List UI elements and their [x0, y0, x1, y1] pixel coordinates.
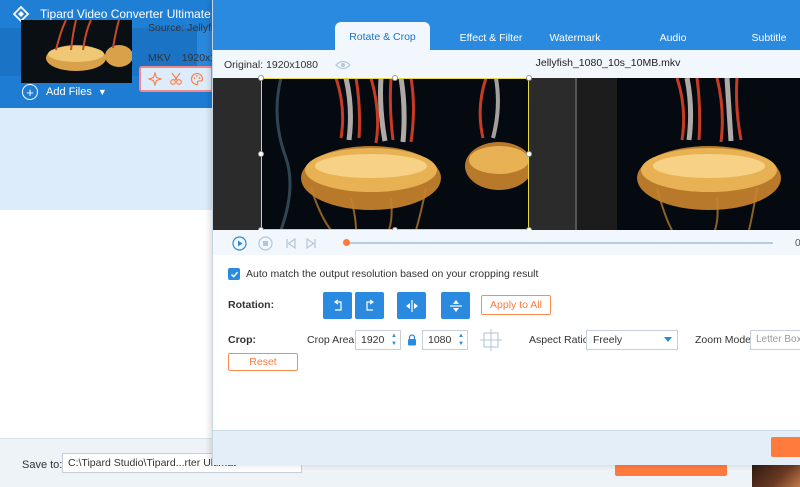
crop-selection-box[interactable] — [261, 78, 529, 230]
play-icon[interactable] — [232, 236, 247, 251]
stop-icon[interactable] — [258, 236, 273, 251]
output-filename: Jellyfish_1080_10s_10MB.mkv — [535, 57, 681, 69]
crop-handle-top-right[interactable] — [526, 75, 532, 81]
next-frame-icon[interactable] — [304, 236, 319, 251]
apply-to-all-button[interactable]: Apply to All — [481, 295, 551, 315]
aspect-ratio-label: Aspect Ratio: — [529, 334, 592, 346]
lock-icon[interactable] — [407, 334, 417, 346]
chevron-down-icon[interactable]: ▼ — [98, 87, 107, 97]
rotate-left-icon — [333, 299, 342, 311]
prev-frame-icon[interactable] — [283, 236, 298, 251]
rotate-right-icon — [365, 299, 374, 311]
crop-handle-left[interactable] — [258, 151, 264, 157]
cut-icon[interactable] — [169, 72, 183, 86]
promo-image — [752, 462, 800, 487]
edit-dialog: Rotate & Crop Effect & Filter Watermark … — [212, 0, 800, 465]
save-to-label: Save to: — [22, 459, 63, 471]
file-thumbnail[interactable] — [21, 20, 132, 83]
eye-icon[interactable] — [335, 60, 351, 70]
crop-height-value: 1080 — [428, 334, 452, 346]
checkmark-icon — [230, 271, 238, 278]
playhead[interactable] — [343, 239, 350, 246]
rotate-left-button[interactable] — [323, 292, 352, 319]
flip-horizontal-icon — [405, 299, 418, 312]
crop-handle-top[interactable] — [392, 75, 398, 81]
reset-button[interactable]: Reset — [228, 353, 298, 371]
center-crosshair-icon[interactable] — [479, 328, 503, 352]
flip-vertical-icon — [449, 299, 462, 312]
preview-divider — [575, 78, 577, 230]
auto-match-checkbox[interactable] — [228, 268, 240, 280]
crop-label: Crop: — [228, 334, 256, 346]
rotation-label: Rotation: — [228, 299, 275, 311]
edit-tools-group — [139, 66, 213, 92]
auto-match-label: Auto match the output resolution based o… — [246, 268, 539, 280]
aspect-ratio-select[interactable]: Freely — [586, 330, 678, 350]
crop-width-stepper[interactable]: 1920 ▲ ▼ — [355, 330, 401, 350]
screen: Tipard Video Converter Ultimate (Unregis… — [0, 0, 800, 487]
add-icon[interactable]: + — [22, 84, 38, 100]
dialog-footer — [213, 430, 800, 465]
crop-handle-top-left[interactable] — [258, 75, 264, 81]
aspect-ratio-value: Freely — [593, 334, 623, 346]
stepper-arrows-icon[interactable]: ▲ ▼ — [390, 332, 398, 348]
tab-rotate-crop[interactable]: Rotate & Crop — [335, 22, 430, 50]
rotate-right-button[interactable] — [355, 292, 384, 319]
playback-time: 0 — [795, 238, 800, 249]
flip-horizontal-button[interactable] — [397, 292, 426, 319]
tab-watermark[interactable]: Watermark — [535, 29, 615, 50]
crop-handle-right[interactable] — [526, 151, 532, 157]
palette-icon[interactable] — [190, 72, 204, 86]
zoom-mode-select[interactable]: Letter Box — [750, 330, 800, 350]
zoom-mode-label: Zoom Mode: — [695, 334, 754, 346]
stepper-arrows-icon[interactable]: ▲ ▼ — [457, 332, 465, 348]
tab-audio[interactable]: Audio — [643, 29, 703, 50]
crop-area-label: Crop Area: — [307, 334, 358, 346]
tab-effect-filter[interactable]: Effect & Filter — [439, 29, 543, 50]
crop-height-stepper[interactable]: 1080 ▲ ▼ — [422, 330, 468, 350]
file-format: MKV — [148, 52, 171, 64]
add-files-button[interactable]: Add Files — [46, 86, 92, 98]
output-video-frame — [617, 78, 800, 230]
enhance-icon[interactable] — [148, 72, 163, 86]
original-resolution: Original: 1920x1080 — [224, 59, 318, 71]
playback-track[interactable] — [345, 242, 773, 244]
flip-vertical-button[interactable] — [441, 292, 470, 319]
chevron-down-icon — [664, 337, 672, 342]
ok-button[interactable] — [771, 437, 800, 457]
crop-width-value: 1920 — [361, 334, 385, 346]
tab-subtitle[interactable]: Subtitle — [739, 29, 799, 50]
